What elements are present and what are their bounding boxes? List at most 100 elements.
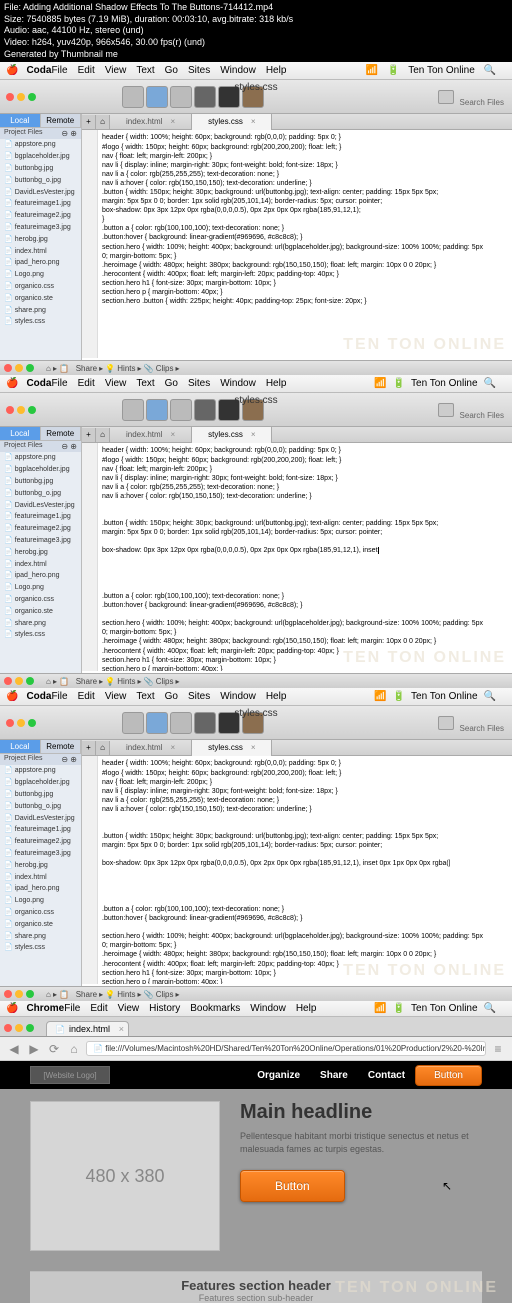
spotlight-icon[interactable]: 🔍: [484, 65, 496, 76]
file-item[interactable]: featureimage2.jpg: [0, 210, 81, 222]
preview-icon[interactable]: [170, 86, 192, 108]
code-area[interactable]: header { width: 100%; height: 60px; back…: [82, 130, 512, 358]
sidebar-section[interactable]: Project Files ⊖ ⊕: [0, 128, 81, 139]
code-line: .button:hover { background: linear-gradi…: [102, 233, 509, 242]
file-item[interactable]: styles.css: [0, 316, 81, 328]
wifi-icon[interactable]: 📶: [366, 65, 378, 76]
code-line: .heroimage { width: 480px; height: 380px…: [102, 261, 509, 270]
code-line: nav { float: left; margin-left: 200px; }: [102, 152, 509, 161]
file-item[interactable]: appstore.png: [0, 139, 81, 151]
apple-menu-icon[interactable]: 🍎: [6, 65, 18, 76]
features-section: Features section header Features section…: [30, 1271, 482, 1303]
nav-share[interactable]: Share: [320, 1070, 348, 1081]
file-item[interactable]: bgplaceholder.jpg: [0, 151, 81, 163]
battery-icon[interactable]: 🔋: [393, 378, 405, 389]
code-editor[interactable]: +⌂index.html×styles.css× header { width:…: [82, 427, 512, 673]
battery-icon[interactable]: 🔋: [387, 65, 399, 76]
url-field[interactable]: 📄 file:///Volumes/Macintosh%20HD/Shared/…: [86, 1041, 486, 1056]
hero-cta-button[interactable]: Button: [240, 1170, 345, 1202]
file-item[interactable]: ipad_hero.png: [0, 257, 81, 269]
nav-contact[interactable]: Contact: [368, 1070, 405, 1081]
app-name[interactable]: Coda: [26, 378, 51, 389]
sidebar-tab-local[interactable]: Local: [0, 114, 41, 128]
chrome-app[interactable]: Chrome: [26, 1003, 64, 1014]
reload-icon[interactable]: ⟳: [46, 1041, 62, 1057]
code-line: section.hero h1 { font-size: 30px; margi…: [102, 279, 509, 288]
sb-home[interactable]: ⌂ ▸ 📋 Share ▸ 💡 Hints ▸ 📎 Clips ▸: [46, 364, 180, 373]
close-icon[interactable]: ×: [251, 117, 256, 126]
file-item[interactable]: index.html: [0, 246, 81, 258]
menu-file[interactable]: File: [51, 65, 67, 76]
menu-edit[interactable]: Edit: [78, 65, 95, 76]
code-line: box-shadow: 0px 3px 12px 0px rgba(0,0,0,…: [102, 206, 509, 215]
menu-view[interactable]: View: [105, 65, 127, 76]
mac-menubar[interactable]: 🍎 Coda File Edit View Text Go Sites Wind…: [0, 375, 512, 393]
file-item[interactable]: featureimage1.jpg: [0, 198, 81, 210]
close-icon[interactable]: ×: [119, 1024, 124, 1034]
back-icon[interactable]: ◀: [6, 1041, 22, 1057]
nav-organize[interactable]: Organize: [257, 1070, 300, 1081]
mac-menubar-chrome[interactable]: 🍎 Chrome FileEditViewHistoryBookmarksWin…: [0, 1001, 512, 1017]
file-item[interactable]: organico.css: [0, 281, 81, 293]
wifi-icon[interactable]: 📶: [374, 378, 386, 389]
code-line: .button a { color: rgb(100,100,100); tex…: [102, 224, 509, 233]
mac-menubar[interactable]: 🍎 Coda File Edit View Text Go Sites Wind…: [0, 62, 512, 80]
nav-cta-button[interactable]: Button: [415, 1065, 482, 1086]
coda-window-3: 🍎 Coda FileEditViewTextGoSitesWindowHelp…: [0, 688, 512, 1001]
tab-styles[interactable]: styles.css×: [192, 114, 272, 130]
file-item[interactable]: share.png: [0, 305, 81, 317]
address-bar[interactable]: ◀ ▶ ⟳ ⌂ 📄 file:///Volumes/Macintosh%20HD…: [0, 1037, 512, 1061]
tab-home-icon[interactable]: ⌂: [96, 115, 110, 129]
menu-icon[interactable]: ≡: [490, 1041, 506, 1057]
tab-add-icon[interactable]: +: [82, 115, 96, 129]
code-line: section.hero p { margin-bottom: 40px; }: [102, 288, 509, 297]
app-name[interactable]: Coda: [26, 65, 51, 76]
file-sidebar[interactable]: Local Remote Project Files ⊖ ⊕ appstore.…: [0, 114, 82, 360]
edit-icon[interactable]: [146, 86, 168, 108]
statusbar: ⌂ ▸ 📋 Share ▸ 💡 Hints ▸ 📎 Clips ▸: [0, 360, 512, 375]
menu-go[interactable]: Go: [165, 65, 178, 76]
browser-tab[interactable]: index.html×: [46, 1021, 129, 1036]
close-icon[interactable]: ×: [170, 117, 175, 126]
file-item[interactable]: DavidLesVester.jpg: [0, 187, 81, 199]
home-icon[interactable]: ⌂: [66, 1041, 82, 1057]
file-item[interactable]: Logo.png: [0, 269, 81, 281]
css-icon[interactable]: [194, 399, 216, 421]
traffic-lights[interactable]: [6, 93, 36, 101]
files-button[interactable]: [438, 90, 454, 104]
code-line: 0; margin-bottom: 5px; }: [102, 252, 509, 261]
menu-text[interactable]: Text: [136, 65, 154, 76]
sites-icon[interactable]: [122, 399, 144, 421]
file-item[interactable]: herobg.jpg: [0, 234, 81, 246]
edit-icon[interactable]: [146, 399, 168, 421]
file-sidebar[interactable]: LocalRemote Project Files⊖ ⊕ appstore.pn…: [0, 427, 82, 673]
forward-icon[interactable]: ▶: [26, 1041, 42, 1057]
preview-icon[interactable]: [170, 399, 192, 421]
menu-window[interactable]: Window: [220, 65, 256, 76]
apple-menu-icon[interactable]: 🍎: [6, 378, 18, 389]
menu-sites[interactable]: Sites: [188, 65, 210, 76]
file-item[interactable]: buttonbg_o.jpg: [0, 175, 81, 187]
code-line: nav li { display: inline; margin-right: …: [102, 161, 509, 170]
line-gutter: [82, 130, 98, 358]
meta-size: Size: 7540885 bytes (7.19 MiB), duration…: [4, 14, 508, 26]
code-editor[interactable]: + ⌂ index.html× styles.css× header { wid…: [82, 114, 512, 360]
file-item[interactable]: organico.ste: [0, 293, 81, 305]
file-list[interactable]: appstore.png bgplaceholder.jpg buttonbg.…: [0, 139, 81, 328]
css-icon[interactable]: [194, 86, 216, 108]
hero-image-placeholder: 480 x 380: [30, 1101, 220, 1251]
file-item[interactable]: featureimage3.jpg: [0, 222, 81, 234]
menu-help[interactable]: Help: [266, 65, 287, 76]
tab-index[interactable]: index.html×: [110, 114, 192, 130]
sites-icon[interactable]: [122, 86, 144, 108]
file-item[interactable]: buttonbg.jpg: [0, 163, 81, 175]
collapse-icon[interactable]: ⊖ ⊕: [61, 129, 77, 138]
mac-menubar[interactable]: 🍎 Coda FileEditViewTextGoSitesWindowHelp…: [0, 688, 512, 706]
spotlight-icon[interactable]: 🔍: [484, 378, 496, 389]
code-line: margin: 5px 5px 0 0; border: 1px solid r…: [102, 197, 509, 206]
sidebar-tab-remote[interactable]: Remote: [41, 114, 82, 128]
features-header: Features section header: [36, 1278, 476, 1293]
features-subheader: Features section sub-header: [36, 1293, 476, 1303]
code-line: nav li a { color: rgb(255,255,255); text…: [102, 170, 509, 179]
browser-tabstrip[interactable]: index.html×: [0, 1017, 512, 1037]
